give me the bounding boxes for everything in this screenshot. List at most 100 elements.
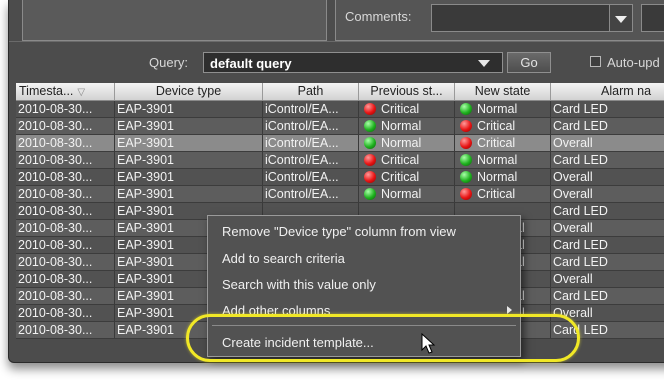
normal-status-icon	[460, 103, 472, 115]
cell-alarm-name: Overall	[551, 135, 664, 151]
cell-timestamp: 2010-08-30...	[16, 305, 115, 321]
state-label: Critical	[477, 187, 516, 201]
cell-previous-state: Normal	[359, 186, 455, 202]
cell-device-type: EAP-3901	[115, 101, 263, 117]
state-label: Critical	[381, 102, 420, 116]
normal-status-icon	[364, 188, 376, 200]
table-row[interactable]: 2010-08-30...EAP-3901iControl/EA... Norma…	[16, 186, 664, 203]
go-button[interactable]: Go	[507, 52, 551, 73]
table-row[interactable]: 2010-08-30...EAP-3901iControl/EA... Norma…	[16, 118, 664, 135]
state-label: Critical	[381, 170, 420, 184]
cell-new-state: Critical	[455, 135, 551, 151]
comments-field[interactable]	[431, 4, 633, 32]
critical-status-icon	[460, 188, 472, 200]
screenshot-stage: Comments: Query: default query Go Auto-u…	[0, 0, 664, 381]
column-header-alarm-name[interactable]: Alarm na	[551, 83, 664, 100]
cell-timestamp: 2010-08-30...	[16, 186, 115, 202]
cell-new-state: Normal	[455, 101, 551, 117]
menu-item-add-to-search[interactable]: Add to search criteria	[222, 251, 345, 266]
comments-extra-field[interactable]	[641, 4, 664, 32]
chevron-right-icon	[507, 306, 512, 314]
cell-timestamp: 2010-08-30...	[16, 101, 115, 117]
state-label: Normal	[477, 102, 518, 116]
cell-path: iControl/EA...	[263, 135, 359, 151]
normal-status-icon	[364, 137, 376, 149]
cell-path: iControl/EA...	[263, 169, 359, 185]
search-text-area[interactable]	[22, 0, 327, 41]
cell-device-type: EAP-3901	[115, 186, 263, 202]
cell-path: iControl/EA...	[263, 118, 359, 134]
cell-alarm-name: Card LED	[551, 254, 664, 270]
cell-previous-state: Critical	[359, 152, 455, 168]
table-row[interactable]: 2010-08-30... EAP-3901 iControl/EA... Criti…	[16, 152, 664, 169]
table-row[interactable]: 2010-08-30... EAP-3901 iControl/EA... Criti…	[16, 101, 664, 118]
critical-status-icon	[460, 137, 472, 149]
cell-timestamp: 2010-08-30...	[16, 203, 115, 219]
state-label: Critical	[477, 119, 516, 133]
cell-new-state: Critical	[455, 118, 551, 134]
cell-new-state: Critical	[455, 186, 551, 202]
query-selected-value: default query	[210, 56, 292, 71]
cell-alarm-name: Overall	[551, 271, 664, 287]
comments-label: Comments:	[345, 9, 412, 24]
sort-icon: ▽	[77, 87, 86, 98]
table-row[interactable]: 2010-08-30... EAP-3901 iControl/EA... Criti…	[16, 169, 664, 186]
cell-previous-state: Critical	[359, 169, 455, 185]
cell-path: iControl/EA...	[263, 101, 359, 117]
normal-status-icon	[364, 120, 376, 132]
cell-alarm-name: Card LED	[551, 288, 664, 304]
state-label: Normal	[381, 187, 422, 201]
cell-alarm-name: Overall	[551, 169, 664, 185]
auto-update-checkbox[interactable]	[590, 56, 601, 67]
normal-status-icon	[460, 171, 472, 183]
cell-timestamp: 2010-08-30...	[16, 135, 115, 151]
chevron-down-icon	[615, 16, 627, 23]
cell-new-state: Normal	[455, 169, 551, 185]
cell-timestamp: 2010-08-30...	[16, 220, 115, 236]
cell-new-state: Normal	[455, 152, 551, 168]
state-label: Normal	[477, 170, 518, 184]
state-label: Critical	[381, 153, 420, 167]
column-header-new-state[interactable]: New state	[455, 83, 551, 100]
state-label: Normal	[381, 119, 422, 133]
divider	[9, 41, 664, 42]
menu-item-remove-column[interactable]: Remove "Device type" column from view	[222, 224, 456, 239]
cell-alarm-name: Card LED	[551, 101, 664, 117]
annotation-highlight	[186, 314, 580, 362]
cell-device-type: EAP-3901	[115, 135, 263, 151]
state-label: Normal	[381, 136, 422, 150]
comments-dropdown-button[interactable]	[609, 4, 633, 32]
cell-timestamp: 2010-08-30...	[16, 254, 115, 270]
column-header-path[interactable]: Path	[263, 83, 359, 100]
cell-device-type: EAP-3901	[115, 169, 263, 185]
critical-status-icon	[364, 103, 376, 115]
cell-path: iControl/EA...	[263, 152, 359, 168]
cell-previous-state: Critical	[359, 101, 455, 117]
column-header-timestamp[interactable]: Timesta... ▽	[16, 83, 115, 100]
cell-timestamp: 2010-08-30...	[16, 271, 115, 287]
cell-previous-state: Normal	[359, 135, 455, 151]
critical-status-icon	[364, 171, 376, 183]
menu-item-search-value-only[interactable]: Search with this value only	[222, 277, 376, 292]
auto-update-label: Auto-upd	[607, 55, 660, 70]
cell-timestamp: 2010-08-30...	[16, 288, 115, 304]
table-row[interactable]: 2010-08-30...EAP-3901iControl/EA... Norma…	[16, 135, 664, 152]
query-label: Query:	[149, 55, 189, 70]
critical-status-icon	[460, 120, 472, 132]
cell-previous-state: Normal	[359, 118, 455, 134]
cell-timestamp: 2010-08-30...	[16, 118, 115, 134]
column-header-device-type[interactable]: Device type	[115, 83, 263, 100]
normal-status-icon	[460, 154, 472, 166]
mouse-cursor-icon	[421, 333, 436, 354]
cell-timestamp: 2010-08-30...	[16, 152, 115, 168]
column-header-previous-state[interactable]: Previous st...	[359, 83, 455, 100]
cell-device-type: EAP-3901	[115, 152, 263, 168]
cell-alarm-name: Card LED	[551, 203, 664, 219]
cell-alarm-name: Card LED	[551, 152, 664, 168]
chevron-down-icon	[478, 60, 490, 67]
table-header: Timesta... ▽ Device type Path Previous st…	[16, 83, 664, 101]
critical-status-icon	[364, 154, 376, 166]
cell-alarm-name: Overall	[551, 186, 664, 202]
query-select[interactable]: default query	[203, 52, 503, 73]
cell-timestamp: 2010-08-30...	[16, 169, 115, 185]
